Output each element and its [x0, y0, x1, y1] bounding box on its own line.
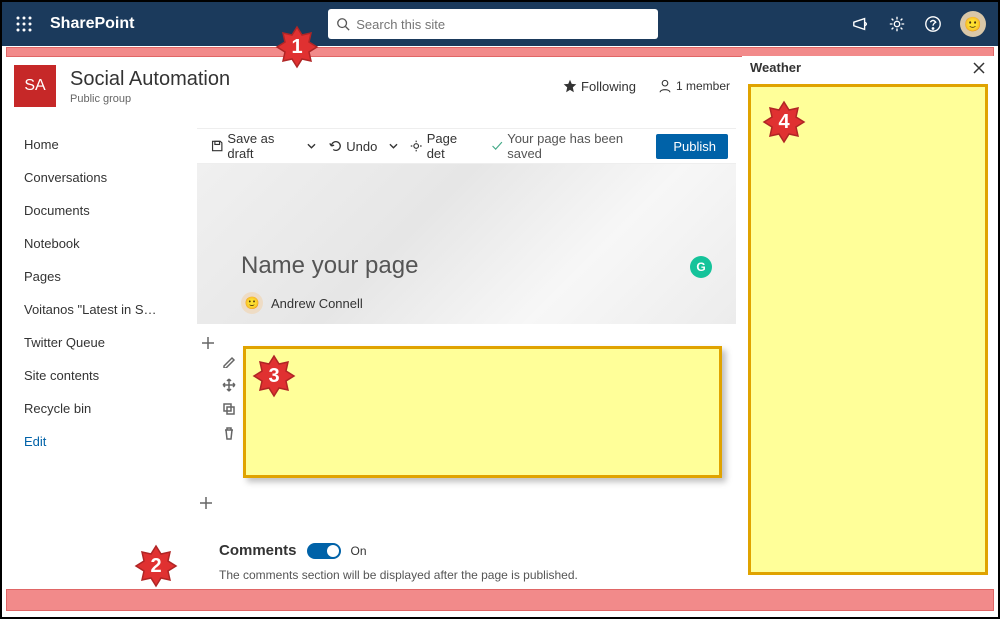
page-author[interactable]: 🙂 Andrew Connell — [241, 292, 363, 314]
nav-edit-link[interactable]: Edit — [14, 425, 174, 458]
nav-item[interactable]: Conversations — [14, 161, 174, 194]
webpart-placeholder[interactable] — [243, 346, 722, 478]
settings-gear-icon[interactable] — [888, 15, 906, 33]
members-link[interactable]: 1 member — [658, 79, 730, 93]
publish-button[interactable]: Publish — [656, 134, 728, 159]
page-title-input[interactable]: Name your page — [241, 252, 418, 280]
page-toolbar: Save as draft Undo Page det Your page ha… — [197, 128, 736, 164]
site-title[interactable]: Social Automation — [70, 68, 230, 91]
page-header-zone[interactable]: Name your page 🙂 Andrew Connell G — [197, 164, 736, 324]
property-pane-title: Weather — [750, 60, 801, 75]
save-status: Your page has been saved — [485, 128, 651, 164]
author-avatar-icon: 🙂 — [241, 292, 263, 314]
comments-toggle-label: On — [351, 544, 367, 558]
site-subtitle: Public group — [70, 93, 230, 105]
site-logo[interactable]: SA — [14, 65, 56, 107]
undo-button[interactable]: Undo — [322, 136, 383, 157]
brand-label: SharePoint — [50, 15, 134, 33]
undo-icon — [328, 139, 342, 153]
checkmark-icon — [491, 139, 503, 153]
site-header: SA Social Automation Public group Follow… — [14, 62, 736, 110]
nav-item[interactable]: Documents — [14, 194, 174, 227]
close-icon[interactable] — [972, 61, 986, 75]
plus-icon[interactable] — [201, 336, 215, 350]
nav-item[interactable]: Notebook — [14, 227, 174, 260]
comments-toggle[interactable] — [307, 543, 341, 559]
megaphone-icon[interactable] — [852, 15, 870, 33]
duplicate-icon[interactable] — [222, 402, 236, 416]
webpart-rail — [219, 354, 239, 440]
grammarly-icon[interactable]: G — [690, 256, 712, 278]
help-icon[interactable] — [924, 15, 942, 33]
section-rail — [197, 324, 219, 350]
follow-button[interactable]: Following — [563, 79, 636, 94]
plus-icon — [199, 496, 213, 510]
callout-3: 3 — [252, 354, 296, 398]
chevron-down-icon[interactable] — [389, 141, 398, 151]
comments-heading: Comments — [219, 542, 297, 559]
search-box[interactable] — [328, 9, 658, 39]
nav-item[interactable]: Pages — [14, 260, 174, 293]
callout-2: 2 — [134, 544, 178, 588]
callout-1: 1 — [275, 25, 319, 69]
nav-item[interactable]: Voitanos "Latest in SP D... — [14, 293, 174, 326]
waffle-icon — [16, 16, 32, 32]
comments-row: Comments On — [219, 542, 367, 559]
save-icon — [211, 139, 223, 153]
search-icon — [336, 17, 350, 31]
page-details-button[interactable]: Page det — [404, 128, 478, 164]
property-pane-body[interactable] — [748, 84, 988, 575]
edit-pencil-icon[interactable] — [222, 354, 236, 368]
save-draft-button[interactable]: Save as draft — [205, 128, 301, 164]
user-avatar[interactable]: 🙂 — [960, 11, 986, 37]
settings-icon — [410, 139, 422, 153]
delete-icon[interactable] — [222, 426, 236, 440]
nav-item[interactable]: Recycle bin — [14, 392, 174, 425]
app-launcher-button[interactable] — [2, 2, 46, 46]
person-icon — [658, 79, 672, 93]
callout-4: 4 — [762, 100, 806, 144]
move-icon[interactable] — [222, 378, 236, 392]
author-name: Andrew Connell — [271, 296, 363, 311]
nav-item[interactable]: Home — [14, 128, 174, 161]
nav-item[interactable]: Twitter Queue — [14, 326, 174, 359]
chevron-down-icon[interactable] — [307, 141, 316, 151]
left-nav: Home Conversations Documents Notebook Pa… — [14, 128, 174, 458]
annotation-bar-bottom — [6, 589, 994, 611]
nav-item[interactable]: Site contents — [14, 359, 174, 392]
add-section-button[interactable] — [197, 494, 215, 512]
star-icon — [563, 79, 577, 93]
suite-bar: SharePoint 🙂 — [2, 2, 998, 46]
comments-note: The comments section will be displayed a… — [219, 568, 578, 582]
search-input[interactable] — [356, 17, 650, 32]
suite-bar-right: 🙂 — [852, 11, 998, 37]
